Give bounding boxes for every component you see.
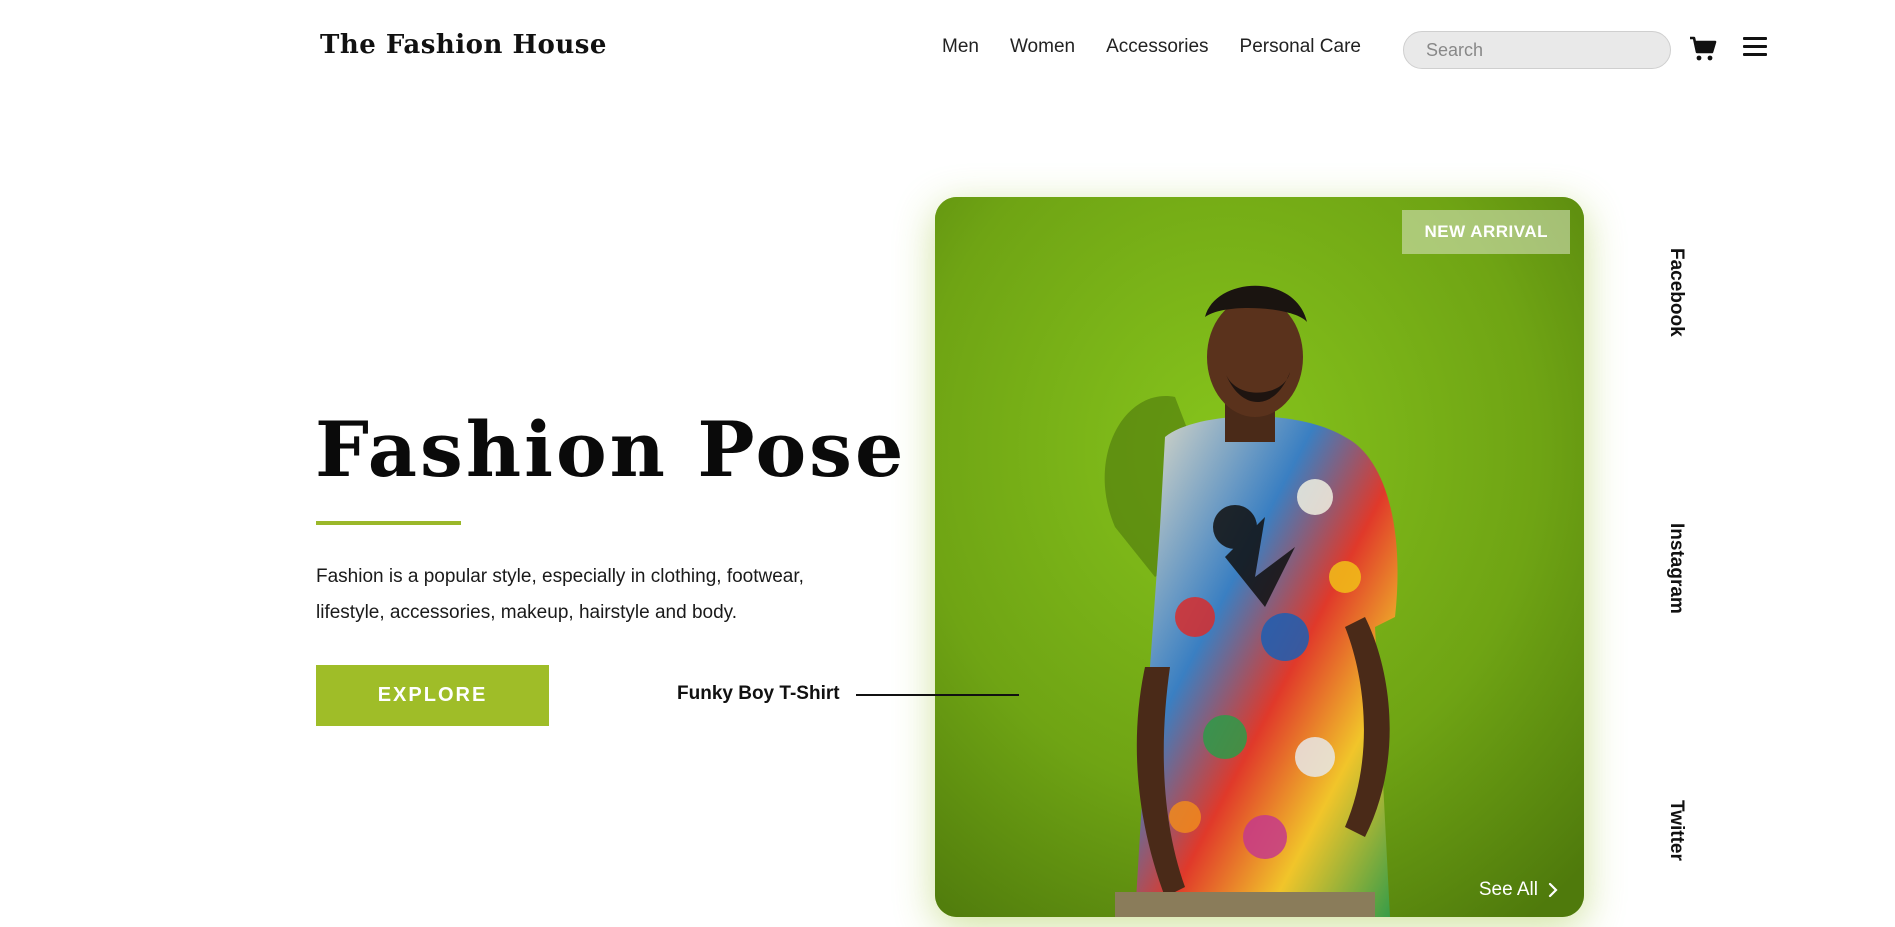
cart-icon[interactable] [1689, 36, 1717, 62]
see-all-label: See All [1478, 879, 1538, 900]
nav-item-women[interactable]: Women [1010, 36, 1075, 58]
search-box [1403, 31, 1671, 69]
site-logo[interactable]: The Fashion House [320, 30, 607, 60]
hero-image-card: NEW ARRIVAL See All [935, 197, 1584, 917]
new-arrival-badge: NEW ARRIVAL [1402, 210, 1570, 254]
chevron-right-icon [1548, 882, 1558, 898]
menu-icon[interactable] [1743, 37, 1767, 59]
search-input[interactable] [1426, 39, 1658, 61]
page: The Fashion House Men Women Accessories … [0, 0, 1895, 927]
see-all-link[interactable]: See All [1479, 879, 1558, 901]
social-link-instagram[interactable]: Instagram [1657, 523, 1687, 614]
description-line-1: Fashion is a popular style, especially i… [316, 566, 804, 587]
model-photo [935, 197, 1584, 917]
social-link-facebook[interactable]: Facebook [1657, 248, 1687, 337]
description-line-2: lifestyle, accessories, makeup, hairstyl… [316, 602, 738, 623]
explore-button[interactable]: EXPLORE [316, 665, 549, 726]
hero-description: Fashion is a popular style, especially i… [316, 559, 876, 631]
main-nav: Men Women Accessories Personal Care [942, 36, 1392, 58]
nav-item-personal-care[interactable]: Personal Care [1240, 36, 1361, 58]
product-pointer-line [856, 694, 1019, 696]
nav-item-accessories[interactable]: Accessories [1106, 36, 1208, 58]
social-link-twitter[interactable]: Twitter [1657, 800, 1687, 861]
hero-title: Fashion Pose [315, 405, 907, 494]
nav-item-men[interactable]: Men [942, 36, 979, 58]
product-label[interactable]: Funky Boy T-Shirt [677, 683, 840, 705]
title-underline [316, 521, 461, 525]
